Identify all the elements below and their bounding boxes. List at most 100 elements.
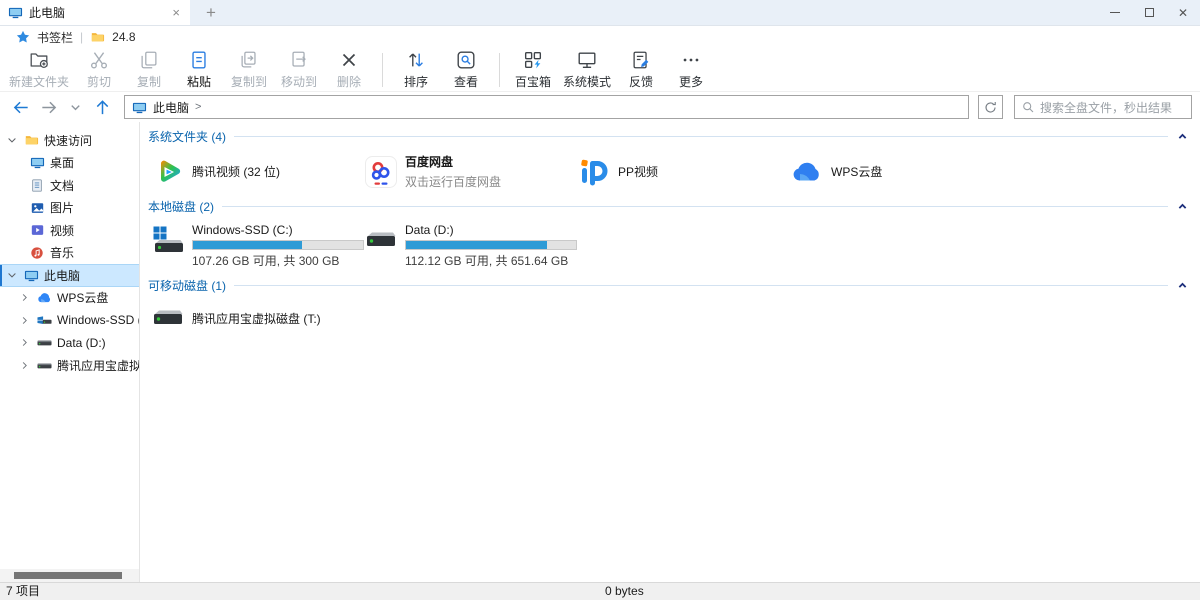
collapse-section-icon[interactable] <box>1178 202 1187 211</box>
bookmark-folder-label[interactable]: 24.8 <box>112 30 135 44</box>
paste-button[interactable]: 粘贴 <box>174 48 224 91</box>
drive-item-t[interactable]: 腾讯应用宝虚拟磁盘 (T:) <box>148 301 361 335</box>
section-divider <box>234 285 1168 286</box>
wps-cloud-icon <box>791 156 823 188</box>
cut-button[interactable]: 剪切 <box>74 48 124 91</box>
section-header-system-folders: 系统文件夹 (4) <box>148 126 1192 146</box>
search-input[interactable]: 搜索全盘文件，秒出结果 <box>1014 95 1192 119</box>
drive-name: Data (D:) <box>405 223 577 237</box>
drive-item-d[interactable]: Data (D:) 112.12 GB 可用, 共 651.64 GB <box>361 222 574 270</box>
up-button[interactable] <box>91 96 113 118</box>
sidebar-horizontal-scrollbar[interactable] <box>0 569 139 582</box>
file-item-pp-video[interactable]: PP视频 <box>574 152 787 191</box>
sidebar-item-label: 桌面 <box>50 154 74 171</box>
sidebar-item-this-pc[interactable]: 此电脑 <box>0 264 139 287</box>
section-title: 本地磁盘 (2) <box>148 198 214 215</box>
item-subtitle: 双击运行百度网盘 <box>405 173 501 190</box>
tencent-video-icon <box>152 156 184 188</box>
item-name: 腾讯视频 (32 位) <box>192 163 280 180</box>
breadcrumb-arrow-icon[interactable]: > <box>195 101 201 113</box>
forward-button[interactable] <box>37 96 59 118</box>
section-divider <box>234 136 1168 137</box>
scrollbar-thumb[interactable] <box>14 572 122 579</box>
tab-this-pc[interactable]: 此电脑 × <box>0 0 190 25</box>
file-item-tencent-video[interactable]: 腾讯视频 (32 位) <box>148 152 361 191</box>
baidu-netdisk-icon <box>365 156 397 188</box>
view-button[interactable]: 查看 <box>441 48 491 91</box>
refresh-button[interactable] <box>978 95 1003 119</box>
breadcrumb[interactable]: 此电脑 <box>153 99 189 116</box>
sidebar-item-label: Windows-SSD (C:) <box>57 313 139 327</box>
sidebar-item-music[interactable]: 音乐 <box>0 242 139 265</box>
chevron-right-icon[interactable] <box>17 337 32 348</box>
close-button[interactable]: ✕ <box>1166 0 1200 25</box>
address-bar[interactable]: 此电脑 > <box>124 95 969 119</box>
delete-x-icon <box>338 49 360 71</box>
sidebar-item-wps-cloud[interactable]: WPS云盘 <box>0 287 139 310</box>
sidebar-item-quick-access[interactable]: 快速访问 <box>0 129 139 152</box>
maximize-button[interactable] <box>1132 0 1166 25</box>
sidebar-item-drive-c[interactable]: Windows-SSD (C:) <box>0 309 139 332</box>
toolbox-button[interactable]: 百宝箱 <box>508 48 558 91</box>
windows-drive-icon <box>152 224 184 256</box>
window-controls: ✕ <box>1098 0 1200 25</box>
star-icon[interactable] <box>16 30 30 44</box>
sidebar-item-pictures[interactable]: 图片 <box>0 197 139 220</box>
copy-to-button[interactable]: 复制到 <box>224 48 274 91</box>
copy-button[interactable]: 复制 <box>124 48 174 91</box>
address-row: 此电脑 > 搜索全盘文件，秒出结果 <box>0 92 1200 122</box>
more-dots-icon <box>680 49 702 71</box>
disk-usage-text: 112.12 GB 可用, 共 651.64 GB <box>405 252 577 269</box>
file-item-wps-cloud[interactable]: WPS云盘 <box>787 152 1000 191</box>
item-count: 7 项目 <box>6 583 40 600</box>
chevron-right-icon[interactable] <box>17 360 32 371</box>
toolbar-separator <box>382 53 383 87</box>
move-to-button[interactable]: 移动到 <box>274 48 324 91</box>
delete-button[interactable]: 删除 <box>324 48 374 91</box>
sidebar-item-drive-d[interactable]: Data (D:) <box>0 332 139 355</box>
cloud-icon <box>37 291 52 304</box>
sidebar-item-drive-t[interactable]: 腾讯应用宝虚拟磁盘 (T:) <box>0 354 139 377</box>
back-button[interactable] <box>10 96 32 118</box>
desktop-icon <box>30 155 45 170</box>
more-button[interactable]: 更多 <box>666 48 716 91</box>
system-mode-button[interactable]: 系统模式 <box>558 48 616 91</box>
bookmarks-divider: | <box>80 30 83 44</box>
item-name: PP视频 <box>618 163 658 180</box>
history-dropdown-icon[interactable] <box>64 96 86 118</box>
new-folder-button[interactable]: 新建文件夹 <box>4 48 74 91</box>
new-folder-icon <box>28 49 50 71</box>
disk-usage-fill <box>193 241 302 249</box>
collapse-section-icon[interactable] <box>1178 132 1187 141</box>
chevron-right-icon[interactable] <box>17 315 32 326</box>
minimize-button[interactable] <box>1098 0 1132 25</box>
sidebar-item-documents[interactable]: 文档 <box>0 174 139 197</box>
system-folders-row: 腾讯视频 (32 位) 百度网盘 双击运行百度网盘 PP视频 <box>148 152 1192 191</box>
chevron-right-icon[interactable] <box>17 292 32 303</box>
drive-icon <box>37 358 52 373</box>
toolbar: 新建文件夹 剪切 复制 粘贴 复制到 移动到 删除 <box>0 48 1200 92</box>
bookmarks-label[interactable]: 书签栏 <box>37 29 73 46</box>
sort-button[interactable]: 排序 <box>391 48 441 91</box>
tab-close-icon[interactable]: × <box>170 6 182 19</box>
disk-usage-text: 107.26 GB 可用, 共 300 GB <box>192 252 364 269</box>
section-title: 系统文件夹 (4) <box>148 128 226 145</box>
close-icon: ✕ <box>1178 7 1188 19</box>
file-item-baidu-netdisk[interactable]: 百度网盘 双击运行百度网盘 <box>361 152 574 191</box>
folder-icon <box>24 133 39 147</box>
collapse-section-icon[interactable] <box>1178 281 1187 290</box>
sidebar-item-label: 音乐 <box>50 244 74 261</box>
item-name: 百度网盘 <box>405 153 501 170</box>
computer-icon <box>8 5 23 20</box>
folder-icon[interactable] <box>90 30 105 44</box>
monitor-icon <box>576 49 598 71</box>
new-tab-button[interactable]: + <box>190 0 232 25</box>
feedback-button[interactable]: 反馈 <box>616 48 666 91</box>
sidebar-item-label: 此电脑 <box>44 267 80 284</box>
chevron-down-icon[interactable] <box>4 269 19 281</box>
sidebar-item-desktop[interactable]: 桌面 <box>0 152 139 175</box>
sidebar-item-videos[interactable]: 视频 <box>0 219 139 242</box>
drive-item-c[interactable]: Windows-SSD (C:) 107.26 GB 可用, 共 300 GB <box>148 222 361 270</box>
chevron-down-icon[interactable] <box>4 134 19 146</box>
pictures-icon <box>30 201 45 215</box>
